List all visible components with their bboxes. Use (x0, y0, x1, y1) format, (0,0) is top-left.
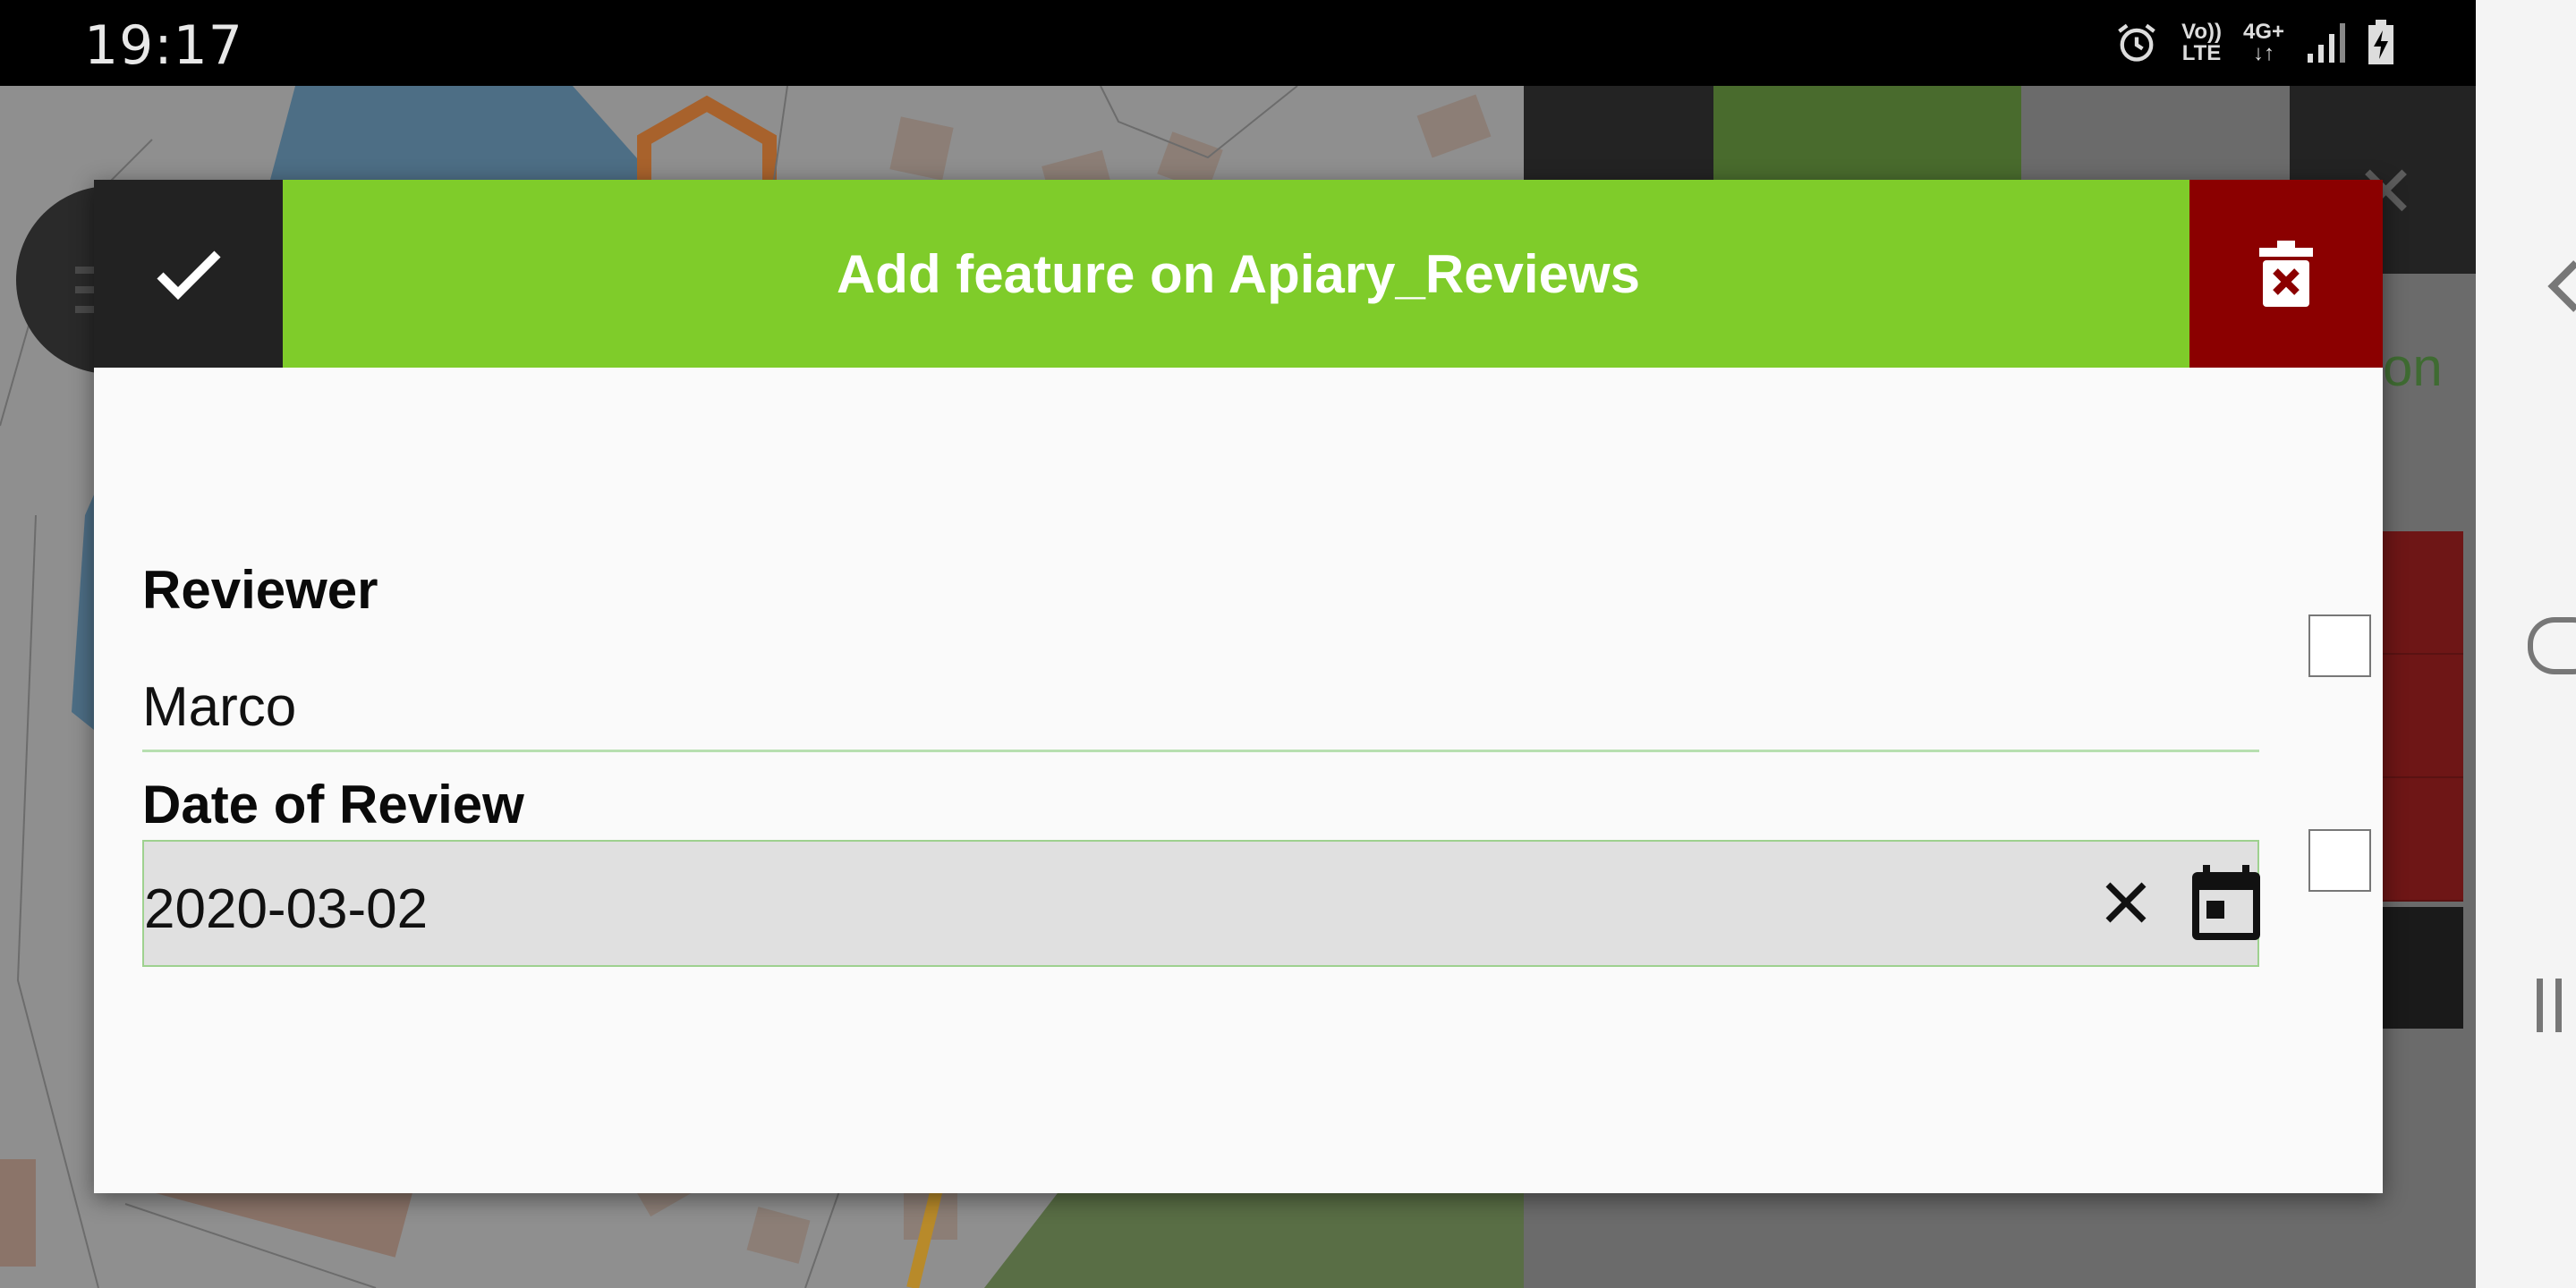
status-bar: 19:17 Vo)) LTE 4G+ ↓↑ (0, 0, 2476, 86)
signal-icon (2308, 23, 2345, 63)
date-remember-checkbox[interactable] (2308, 829, 2371, 892)
dialog-header: Add feature on Apiary_Reviews (94, 180, 2383, 368)
reviewer-remember-checkbox[interactable] (2308, 614, 2371, 677)
status-icons: Vo)) LTE 4G+ ↓↑ (2113, 20, 2395, 66)
dialog-title: Add feature on Apiary_Reviews (283, 180, 2194, 368)
4g-icon: 4G+ ↓↑ (2242, 20, 2284, 65)
volte-icon: Vo)) LTE (2181, 20, 2222, 65)
reviewer-label: Reviewer (142, 560, 378, 620)
clear-icon[interactable] (2099, 876, 2153, 929)
date-of-review-label: Date of Review (142, 775, 524, 835)
panel-delete-row[interactable] (2383, 531, 2463, 655)
date-of-review-field[interactable]: 2020-03-02 (142, 840, 2262, 967)
delete-icon (2259, 241, 2313, 307)
panel-delete-row[interactable] (2383, 778, 2463, 902)
reviewer-field[interactable]: Marco (142, 663, 2259, 752)
check-icon (156, 250, 221, 301)
alarm-icon (2118, 23, 2155, 62)
add-feature-dialog: Add feature on Apiary_Reviews Reviewer M… (94, 180, 2383, 1193)
panel-delete-row[interactable] (2383, 655, 2463, 778)
date-of-review-value: 2020-03-02 (144, 878, 429, 940)
system-nav-bar (2476, 0, 2576, 1288)
back-icon[interactable] (2546, 259, 2576, 313)
battery-charging-icon (2368, 20, 2393, 64)
panel-remove-row[interactable] (2383, 907, 2463, 1029)
status-time: 19:17 (84, 14, 243, 77)
home-icon[interactable] (2528, 617, 2576, 674)
calendar-icon[interactable] (2190, 865, 2262, 942)
panel-partial-text: on (2383, 337, 2443, 397)
confirm-button[interactable] (94, 180, 283, 368)
delete-button[interactable] (2189, 180, 2383, 368)
recents-icon[interactable] (2537, 979, 2574, 1037)
